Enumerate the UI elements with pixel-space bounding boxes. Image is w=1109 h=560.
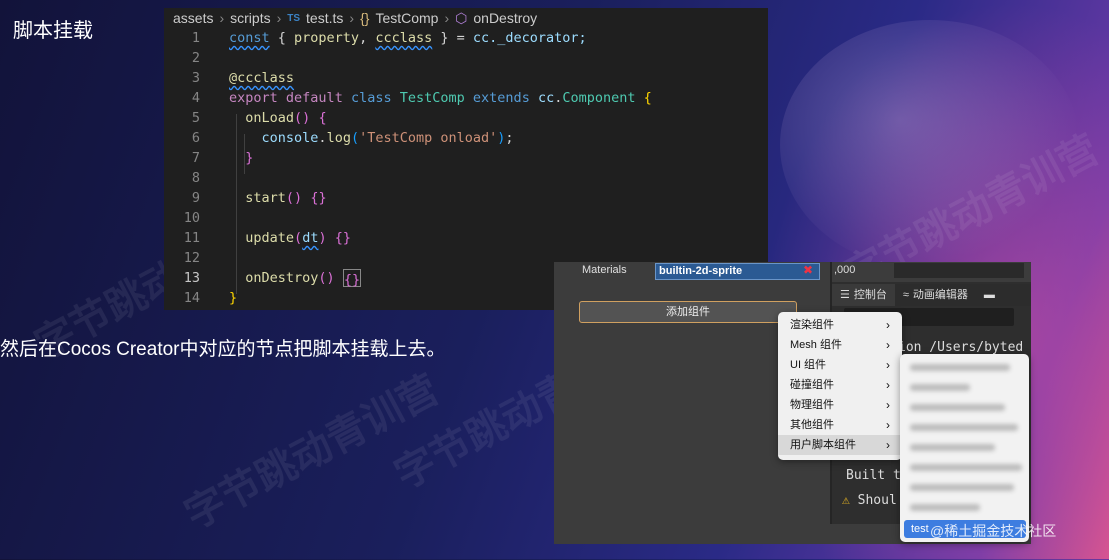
- submenu-item-blurred[interactable]: [910, 404, 1005, 411]
- menu-item-ui[interactable]: UI 组件 ›: [778, 355, 902, 375]
- code-line[interactable]: 10: [164, 208, 768, 228]
- line-number: 4: [191, 90, 200, 106]
- tab-console[interactable]: ☰ 控制台: [832, 284, 895, 306]
- line-number: 5: [191, 110, 200, 126]
- menu-item-mesh[interactable]: Mesh 组件 ›: [778, 335, 902, 355]
- breadcrumb-method[interactable]: onDestroy: [473, 10, 537, 26]
- chevron-right-icon: ›: [886, 358, 890, 372]
- breadcrumb: assets › scripts › TS test.ts › {} TestC…: [164, 8, 768, 28]
- submenu-item-blurred[interactable]: [910, 444, 995, 451]
- tab-animation-editor[interactable]: ≈ 动画编辑器: [895, 284, 976, 306]
- warning-icon: ⚠: [842, 493, 850, 508]
- materials-label: Materials: [582, 264, 627, 276]
- menu-item-physics[interactable]: 物理组件 ›: [778, 395, 902, 415]
- submenu-item-blurred[interactable]: [910, 504, 980, 511]
- line-number: 10: [183, 210, 200, 226]
- menu-item-collider[interactable]: 碰撞组件 ›: [778, 375, 902, 395]
- submenu-item-blurred[interactable]: [910, 464, 1022, 471]
- console-icon: ☰: [840, 289, 850, 301]
- method-icon: ⬡: [455, 9, 468, 26]
- code-line[interactable]: 11 update(dt) {}: [164, 228, 768, 248]
- credit-text: @稀土掘金技术社区: [930, 523, 1057, 539]
- line-number: 2: [191, 50, 200, 66]
- panel-tabs: ☰ 控制台 ≈ 动画编辑器 ▬: [832, 284, 1031, 306]
- chevron-right-icon: ›: [886, 318, 890, 332]
- submenu-item-blurred[interactable]: [910, 424, 1018, 431]
- add-component-button[interactable]: 添加组件: [579, 301, 797, 323]
- material-field[interactable]: builtin-2d-sprite: [655, 263, 820, 280]
- breadcrumb-folder[interactable]: scripts: [230, 10, 270, 26]
- line-number: 3: [191, 70, 200, 86]
- line-number: 11: [183, 230, 200, 246]
- code-line[interactable]: 7 }: [164, 148, 768, 168]
- submenu-item-blurred[interactable]: [910, 484, 1014, 491]
- code-line[interactable]: 5 onLoad() {: [164, 108, 768, 128]
- console-line: ion /Users/byted: [898, 340, 1024, 355]
- tab-more[interactable]: ▬: [976, 284, 1003, 306]
- code-line[interactable]: 4 export default class TestComp extends c…: [164, 88, 768, 108]
- class-icon: {}: [360, 10, 370, 26]
- console-line: Shoul: [857, 493, 897, 508]
- code-line[interactable]: 9 start() {}: [164, 188, 768, 208]
- user-script-submenu: test: [900, 354, 1029, 542]
- value-readout: ,000: [834, 264, 856, 276]
- slide-title: 脚本挂载: [13, 20, 93, 42]
- code-line[interactable]: 3 @ccclass: [164, 68, 768, 88]
- add-component-menu: 渲染组件 › Mesh 组件 › UI 组件 › 碰撞组件 › 物理组件 › 其他组件 › …: [778, 312, 902, 460]
- code-line[interactable]: 8: [164, 168, 768, 188]
- chevron-right-icon: ›: [886, 338, 890, 352]
- code-line[interactable]: 6 console.log('TestComp onload');: [164, 128, 768, 148]
- line-number: 9: [191, 190, 200, 206]
- breadcrumb-file[interactable]: test.ts: [306, 10, 343, 26]
- line-number: 1: [191, 30, 200, 46]
- menu-item-user-script[interactable]: 用户脚本组件 ›: [778, 435, 902, 455]
- line-number: 12: [183, 250, 200, 266]
- chevron-right-icon: ›: [219, 10, 225, 26]
- chevron-right-icon: ›: [444, 10, 450, 26]
- chevron-right-icon: ›: [276, 10, 282, 26]
- code-line[interactable]: 2: [164, 48, 768, 68]
- line-number: 14: [183, 290, 200, 306]
- console-line: Built t: [846, 468, 901, 483]
- line-number: 8: [191, 170, 200, 186]
- slide-caption: 然后在Cocos Creator中对应的节点把脚本挂载上去。: [0, 339, 446, 360]
- panel-icon: ▬: [983, 289, 995, 301]
- chevron-right-icon: ›: [886, 438, 890, 452]
- chevron-right-icon: ›: [886, 418, 890, 432]
- submenu-item-blurred[interactable]: [910, 364, 1010, 371]
- line-number: 6: [191, 130, 200, 146]
- chevron-right-icon: ›: [886, 398, 890, 412]
- menu-item-other[interactable]: 其他组件 ›: [778, 415, 902, 435]
- code-line[interactable]: 1 const { property, ccclass } = cc._decor…: [164, 28, 768, 48]
- animation-icon: ≈: [902, 289, 909, 301]
- menu-item-render[interactable]: 渲染组件 ›: [778, 315, 902, 335]
- line-number: 13: [183, 270, 200, 286]
- close-icon[interactable]: ✖: [800, 262, 816, 279]
- breadcrumb-folder[interactable]: assets: [173, 10, 213, 26]
- typescript-icon: TS: [287, 12, 301, 24]
- breadcrumb-class[interactable]: TestComp: [375, 10, 438, 26]
- chevron-right-icon: ›: [886, 378, 890, 392]
- value-field[interactable]: [894, 263, 1024, 278]
- chevron-right-icon: ›: [349, 10, 355, 26]
- submenu-item-blurred[interactable]: [910, 384, 970, 391]
- line-number: 7: [191, 150, 200, 166]
